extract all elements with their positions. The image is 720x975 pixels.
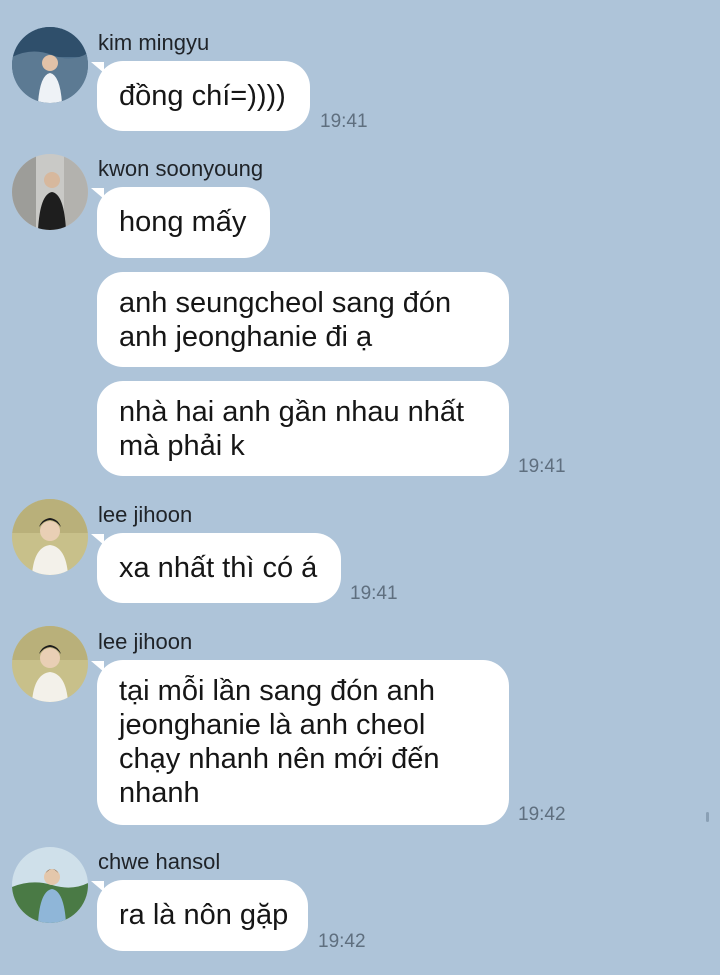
message-bubble[interactable]: anh seungcheol sang đón anh jeonghanie đ…	[97, 272, 509, 367]
message-bubble[interactable]: nhà hai anh gần nhau nhất mà phải k	[97, 381, 509, 476]
message-text: xa nhất thì có á	[119, 552, 318, 584]
message-text: anh jeonghanie đi ạ	[119, 321, 373, 353]
message-text: jeonghanie là anh cheol	[119, 709, 426, 741]
avatar-kwon-soonyoung[interactable]	[12, 154, 88, 230]
message-time: 19:41	[320, 111, 368, 132]
message-bubble[interactable]: xa nhất thì có á	[97, 533, 341, 603]
avatar-lee-jihoon[interactable]	[12, 499, 88, 575]
message-bubble[interactable]: hong mấy	[97, 187, 270, 258]
message-bubble[interactable]: đồng chí=))))	[97, 61, 310, 131]
message-time: 19:42	[318, 931, 366, 952]
message-bubble[interactable]: tại mỗi lần sang đón anh jeonghanie là a…	[97, 660, 509, 825]
message-text: ra là nôn gặp	[119, 899, 289, 931]
message-text: anh seungcheol sang đón	[119, 287, 452, 319]
sender-name: lee jihoon	[98, 629, 193, 654]
message-time: 19:41	[350, 583, 398, 604]
avatar-kim-mingyu[interactable]	[12, 27, 88, 103]
scrollbar-thumb[interactable]	[706, 812, 709, 822]
message-text: đồng chí=))))	[119, 80, 286, 112]
message-text: nhanh	[119, 777, 200, 809]
sender-name: chwe hansol	[98, 849, 221, 874]
message-text: nhà hai anh gần nhau nhất	[119, 396, 465, 428]
message-time: 19:41	[518, 456, 566, 477]
message-text: hong mấy	[119, 206, 247, 238]
message-text: mà phải k	[119, 430, 245, 462]
message-bubble[interactable]: ra là nôn gặp	[97, 880, 308, 951]
message-text: chạy nhanh nên mới đến	[119, 743, 440, 775]
avatar-lee-jihoon[interactable]	[12, 626, 88, 702]
sender-name: kim mingyu	[98, 30, 210, 55]
message-time: 19:42	[518, 804, 566, 825]
sender-name: lee jihoon	[98, 502, 193, 527]
sender-name: kwon soonyoung	[98, 156, 264, 181]
message-text: tại mỗi lần sang đón anh	[119, 675, 435, 707]
avatar-chwe-hansol[interactable]	[12, 847, 88, 923]
